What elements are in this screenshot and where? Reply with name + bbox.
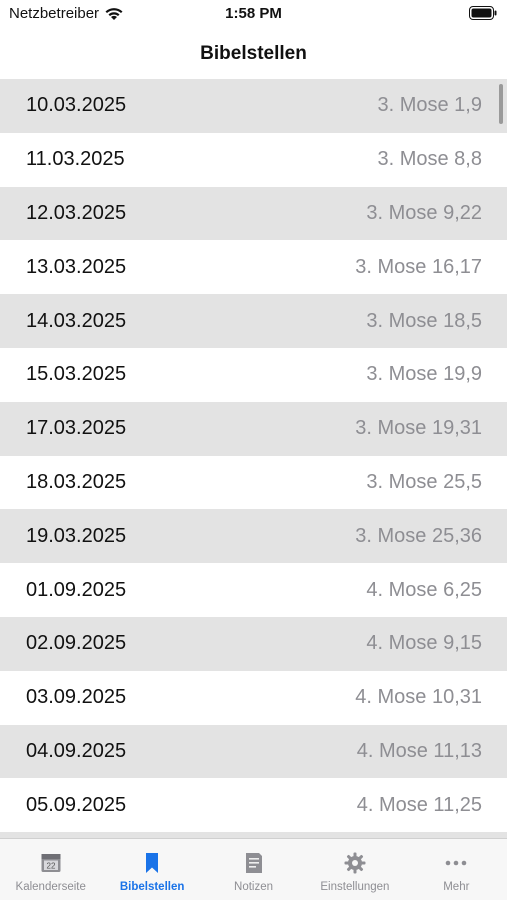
page-title: Bibelstellen xyxy=(200,43,307,64)
tab-einstellungen[interactable]: Einstellungen xyxy=(304,839,405,900)
scrollbar[interactable] xyxy=(499,84,503,124)
list-item-reference: 3. Mose 25,5 xyxy=(366,470,482,493)
tab-label: Kalenderseite xyxy=(15,881,86,893)
list-item-reference: 4. Mose 11,25 xyxy=(356,793,482,816)
list-item-date: 18.03.2025 xyxy=(26,470,127,493)
tab-label: Notizen xyxy=(234,881,274,893)
list-item-date: 04.09.2025 xyxy=(26,739,127,762)
list-item[interactable]: 14.03.2025 3. Mose 18,5 xyxy=(0,294,507,348)
list-item[interactable]: 15.03.2025 3. Mose 19,9 xyxy=(0,347,507,402)
list-item[interactable]: 02.09.2025 4. Mose 9,15 xyxy=(0,616,507,671)
list-item-date: 11.03.2025 xyxy=(26,148,125,171)
list-item-reference: 3. Mose 8,8 xyxy=(377,148,482,171)
list-item-date: 05.09.2025 xyxy=(26,793,127,816)
status-time: 1:58 PM xyxy=(225,5,282,22)
list-item-date: 19.03.2025 xyxy=(26,524,127,547)
list-item[interactable]: 03.09.2025 4. Mose 10,31 xyxy=(0,670,507,725)
list-item-date: 03.09.2025 xyxy=(26,686,127,709)
tab-bibelstellen[interactable]: Bibelstellen xyxy=(101,839,202,900)
list-item-reference: 4. Mose 10,31 xyxy=(355,686,482,709)
list-item[interactable]: 11.03.2025 3. Mose 8,8 xyxy=(0,132,507,187)
tab-label: Bibelstellen xyxy=(119,881,185,893)
list-item-reference: 3. Mose 19,31 xyxy=(355,417,482,440)
list-item-reference: 3. Mose 19,9 xyxy=(366,363,482,386)
tab-notizen[interactable]: Notizen xyxy=(203,839,304,900)
battery-icon xyxy=(469,6,497,20)
list-item[interactable]: 13.03.2025 3. Mose 16,17 xyxy=(0,240,507,295)
tab-mehr[interactable]: Mehr xyxy=(406,839,507,900)
list-item-date: 02.09.2025 xyxy=(26,632,127,655)
tab-kalenderseite[interactable]: 22 Kalenderseite xyxy=(0,839,101,900)
list-item-date: 13.03.2025 xyxy=(26,255,127,278)
list-item[interactable]: 18.03.2025 3. Mose 25,5 xyxy=(0,455,507,510)
bookmark-icon xyxy=(146,853,159,873)
list-item-date: 12.03.2025 xyxy=(26,201,127,224)
list-item[interactable]: 17.03.2025 3. Mose 19,31 xyxy=(0,401,507,456)
bible-verse-list[interactable]: 10.03.2025 3. Mose 1,9 11.03.2025 3. Mose … xyxy=(0,79,507,839)
list-item-reference: 3. Mose 9,22 xyxy=(366,201,482,224)
calendar-icon: 22 xyxy=(41,854,61,872)
list-item[interactable]: 01.09.2025 4. Mose 6,25 xyxy=(0,563,507,617)
list-item[interactable]: 10.03.2025 3. Mose 1,9 xyxy=(0,79,507,133)
more-icon xyxy=(446,860,467,866)
list-item[interactable]: 05.09.2025 4. Mose 11,25 xyxy=(0,778,507,833)
list-item-reference: 3. Mose 16,17 xyxy=(355,255,482,278)
status-bar: Netzbetreiber 1:58 PM xyxy=(0,0,507,30)
tab-label: Einstellungen xyxy=(320,881,390,893)
list-item-reference: 4. Mose 6,25 xyxy=(366,578,482,601)
list-item[interactable]: 12.03.2025 3. Mose 9,22 xyxy=(0,186,507,241)
list-item-reference: 4. Mose 11,13 xyxy=(356,739,482,762)
list-item-date: 14.03.2025 xyxy=(26,309,127,332)
navigation-bar: Bibelstellen xyxy=(0,30,507,78)
list-item-date: 10.03.2025 xyxy=(26,94,127,117)
list-item-reference: 3. Mose 1,9 xyxy=(377,94,482,117)
list-item-date: 01.09.2025 xyxy=(26,578,127,601)
notes-icon xyxy=(245,853,262,873)
tab-label: Mehr xyxy=(443,881,470,893)
list-item[interactable]: 04.09.2025 4. Mose 11,13 xyxy=(0,724,507,779)
calendar-icon-day: 22 xyxy=(46,862,55,871)
tab-bar: 22 Kalenderseite Bibelstellen Notizen Ei… xyxy=(0,838,507,900)
list-item-reference: 4. Mose 9,15 xyxy=(366,632,482,655)
list-item-date: 15.03.2025 xyxy=(26,363,127,386)
gear-icon xyxy=(344,852,366,874)
list-item[interactable]: 19.03.2025 3. Mose 25,36 xyxy=(0,509,507,564)
list-item-reference: 3. Mose 25,36 xyxy=(355,524,482,547)
list-item-date: 17.03.2025 xyxy=(26,417,127,440)
list-item-reference: 3. Mose 18,5 xyxy=(366,309,482,332)
